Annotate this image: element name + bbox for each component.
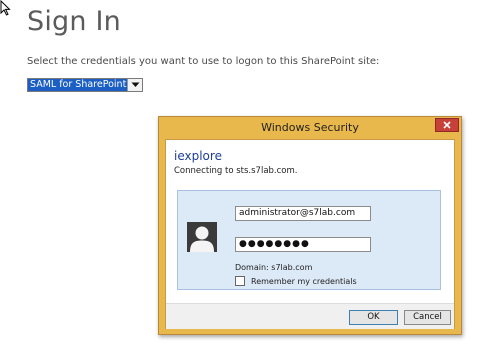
credential-tile: administrator@s7lab.com ●●●●●●●● Domain:… [177,190,441,290]
username-field[interactable]: administrator@s7lab.com [235,206,371,221]
page-title: Sign In [27,6,121,37]
password-field[interactable]: ●●●●●●●● [235,237,371,252]
dialog-button-bar: OK Cancel [166,303,454,329]
cancel-button[interactable]: Cancel [404,310,451,325]
credential-provider-select[interactable]: SAML for SharePoint [27,78,143,92]
user-avatar-icon [187,222,217,252]
connecting-message: Connecting to sts.s7lab.com. [174,166,298,176]
remember-credentials-checkbox[interactable] [235,276,245,286]
chevron-down-icon[interactable] [127,79,142,91]
windows-security-dialog: Windows Security iexplore Connecting to … [158,116,462,335]
credential-provider-selected-value: SAML for SharePoint [28,79,127,91]
close-icon [443,121,451,129]
requesting-app-name: iexplore [174,149,222,163]
remember-credentials-option[interactable]: Remember my credentials [235,276,357,286]
close-button[interactable] [435,118,459,132]
dialog-client-area: iexplore Connecting to sts.s7lab.com. ad… [165,139,455,329]
domain-label: Domain: s7lab.com [235,263,313,272]
dialog-title-bar[interactable]: Windows Security [159,117,461,139]
ok-button[interactable]: OK [349,310,398,325]
credentials-instruction: Select the credentials you want to use t… [27,56,380,67]
mouse-cursor-icon [0,0,11,16]
remember-credentials-label: Remember my credentials [251,276,357,286]
dialog-title: Windows Security [261,121,359,134]
